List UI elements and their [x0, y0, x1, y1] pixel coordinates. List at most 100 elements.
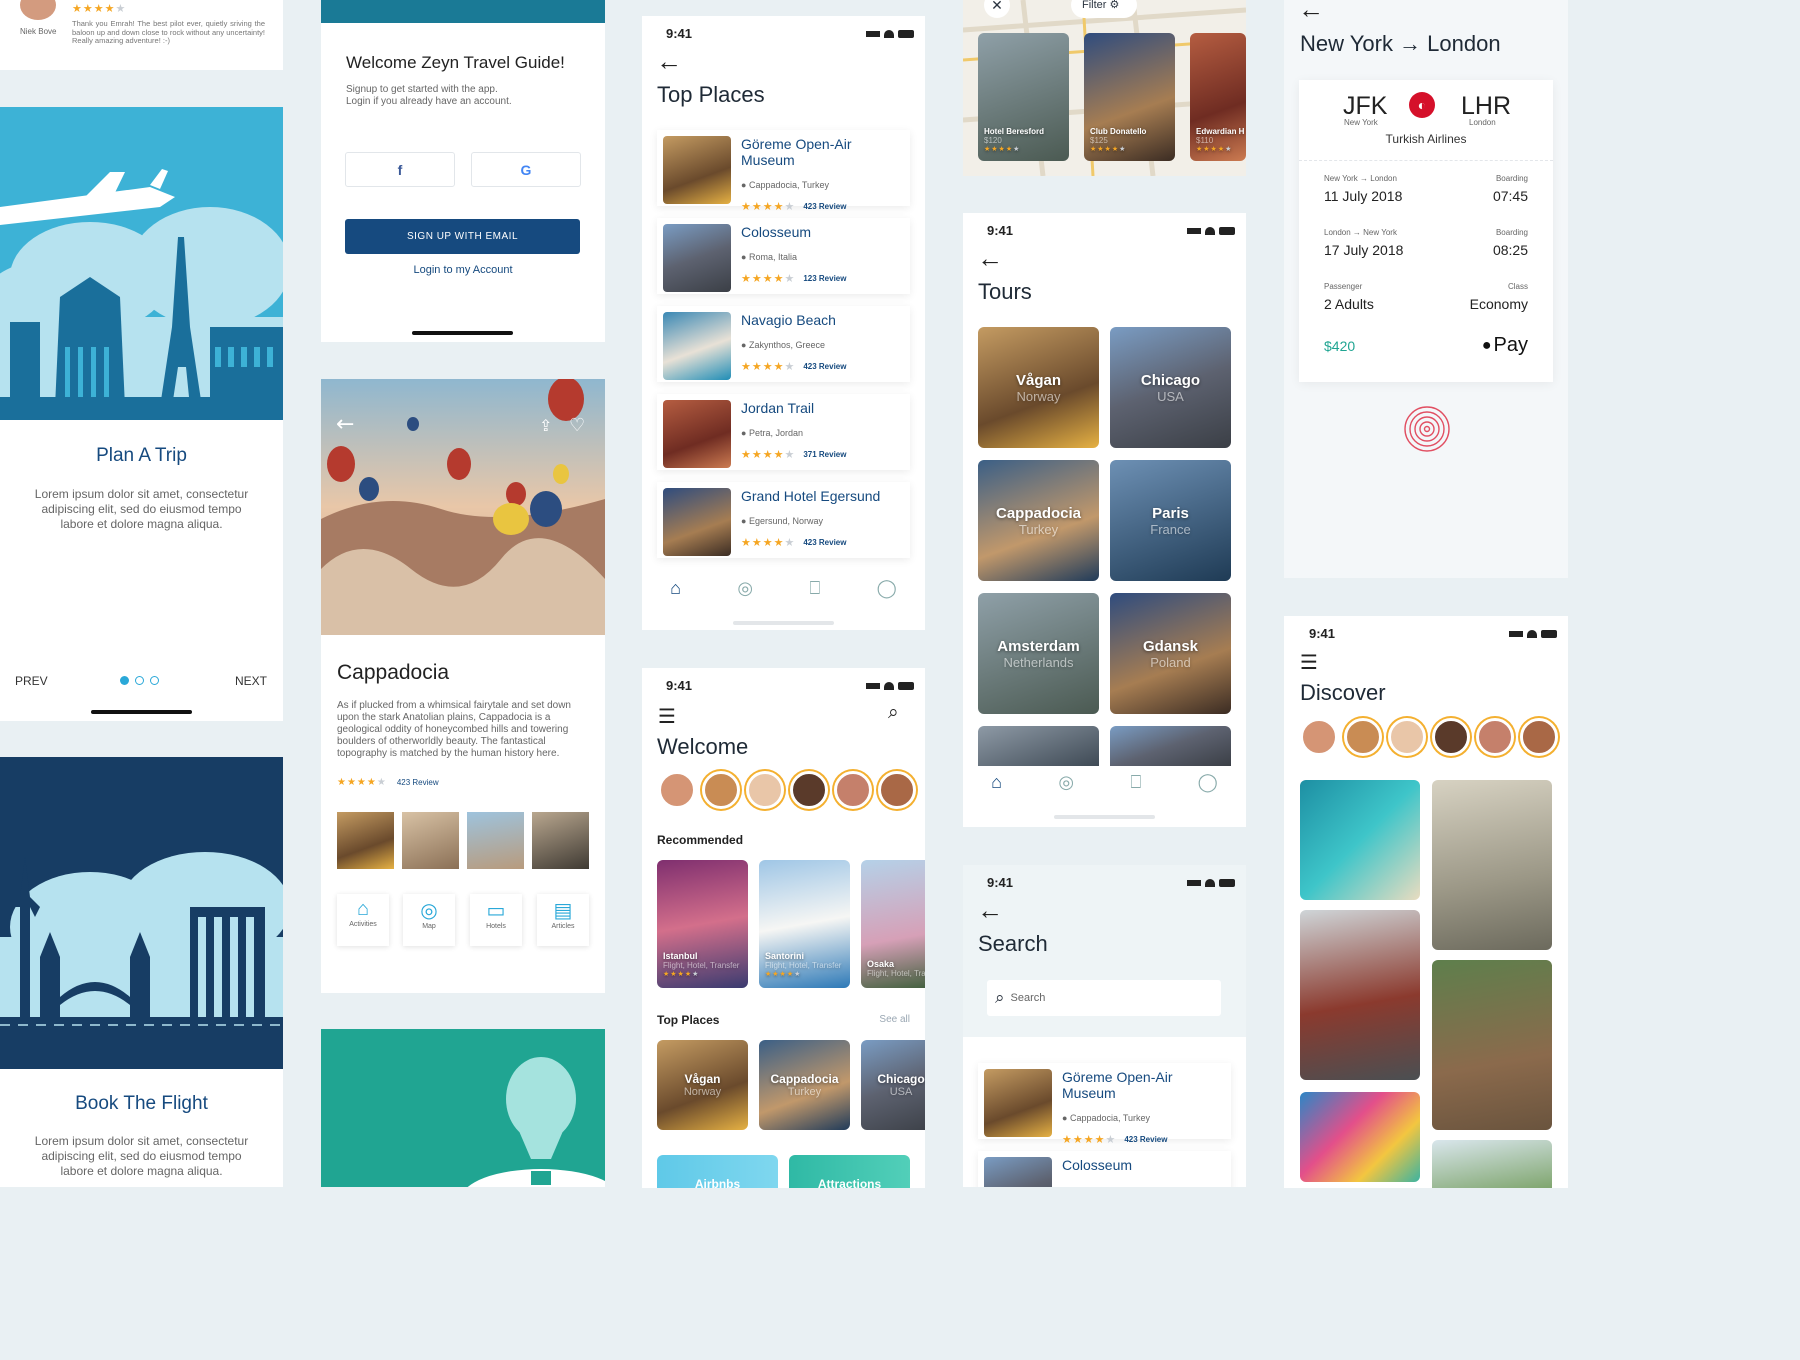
rating-stars: ★★★★★	[337, 777, 387, 788]
onboarding-title: Book The Flight	[75, 1093, 208, 1114]
category-hotels[interactable]: ▭ Hotels	[470, 894, 522, 946]
avatar[interactable]	[1520, 718, 1558, 756]
gallery-thumb[interactable]	[467, 812, 524, 869]
place-card[interactable]: Göreme Open-Air Museum ● Cappadocia, Tur…	[978, 1063, 1231, 1146]
ticket-card: JFK New York ◐ LHR London Turkish Airlin…	[1299, 80, 1553, 382]
photo-tile[interactable]	[1432, 1140, 1552, 1188]
back-arrow-icon[interactable]: ←	[977, 897, 1003, 923]
city-illustration	[0, 107, 283, 420]
recommended-card[interactable]: Santorini Flight, Hotel, Transfer ★★★★★	[759, 860, 850, 988]
attractions-chip[interactable]: Attractions	[789, 1155, 910, 1188]
hotel-card[interactable]: Club Donatello $125 ★★★★★	[1084, 33, 1175, 161]
avatar[interactable]	[878, 771, 916, 809]
place-card[interactable]: Vågan Norway	[657, 1040, 748, 1130]
page-dot-active[interactable]	[120, 676, 129, 685]
rating-stars: ★★★★★	[741, 361, 796, 373]
compass-icon[interactable]: ◎	[737, 578, 753, 599]
gallery-thumb[interactable]	[337, 812, 394, 869]
review-count[interactable]: 423 Review	[397, 778, 439, 787]
google-button[interactable]: G	[471, 152, 581, 187]
page-title: Search	[978, 931, 1048, 956]
avatar[interactable]	[746, 771, 784, 809]
filter-icon: ⚙	[1109, 0, 1120, 11]
back-arrow-icon[interactable]: ←	[656, 48, 682, 74]
place-card[interactable]: Jordan Trail ● Petra, Jordan ★★★★★ 371 Re…	[657, 394, 910, 470]
photo-tile[interactable]	[1300, 1092, 1420, 1182]
hotel-card[interactable]: Hotel Beresford $120 ★★★★★	[978, 33, 1069, 161]
tour-card[interactable]: Gdansk Poland	[1110, 593, 1231, 714]
avatar[interactable]	[1388, 718, 1426, 756]
avatar[interactable]	[1432, 718, 1470, 756]
search-input[interactable]: ⌕ Search	[987, 980, 1221, 1016]
photo-tile[interactable]	[1432, 780, 1552, 950]
avatar[interactable]	[1300, 718, 1338, 756]
category-activities[interactable]: ⌂ Activities	[337, 894, 389, 946]
place-card[interactable]: Colosseum	[978, 1151, 1231, 1187]
login-link[interactable]: Login to my Account	[321, 264, 605, 276]
place-card[interactable]: Grand Hotel Egersund ● Egersund, Norway …	[657, 482, 910, 558]
profile-icon[interactable]: ◯	[1198, 772, 1218, 793]
tour-card[interactable]: Vågan Norway	[978, 327, 1099, 448]
avatar[interactable]	[790, 771, 828, 809]
discover-screen: 9:41 ☰ Discover	[1284, 616, 1568, 1188]
tour-card[interactable]: Amsterdam Netherlands	[978, 593, 1099, 714]
home-icon[interactable]: ⌂	[991, 772, 1002, 793]
profile-icon[interactable]: ◯	[877, 578, 897, 599]
tour-card[interactable]: Cappadocia Turkey	[978, 460, 1099, 581]
avatar[interactable]	[658, 771, 696, 809]
compass-icon[interactable]: ◎	[1058, 772, 1074, 793]
category-articles[interactable]: ▤ Articles	[537, 894, 589, 946]
see-all-link[interactable]: See all	[879, 1014, 910, 1025]
pin-icon: ●	[1062, 1113, 1068, 1123]
photo-tile[interactable]	[1300, 780, 1420, 900]
signup-screen: Welcome Zeyn Travel Guide! Signup to get…	[321, 0, 605, 342]
hotel-card[interactable]: Edwardian H $110 ★★★★★	[1190, 33, 1246, 161]
menu-icon[interactable]: ☰	[1300, 650, 1318, 675]
rating-stars: ★★★★★	[1090, 146, 1127, 153]
page-title: New York → London	[1300, 31, 1501, 56]
place-card[interactable]: Cappadocia Turkey	[759, 1040, 850, 1130]
apple-pay-button[interactable]: ● Pay	[1482, 334, 1528, 357]
avatar[interactable]	[1344, 718, 1382, 756]
home-icon[interactable]: ⌂	[670, 578, 681, 599]
menu-icon[interactable]: ☰	[658, 704, 676, 729]
tour-card[interactable]	[1110, 726, 1231, 766]
photo-tile[interactable]	[1300, 910, 1420, 1080]
back-arrow-icon[interactable]: ←	[1298, 0, 1324, 22]
category-map[interactable]: ◎ Map	[403, 894, 455, 946]
avatar[interactable]	[1476, 718, 1514, 756]
destination-city: London	[1469, 118, 1496, 127]
gallery-thumb[interactable]	[402, 812, 459, 869]
avatar[interactable]	[702, 771, 740, 809]
tour-card[interactable]: Chicago USA	[1110, 327, 1231, 448]
search-icon[interactable]: ⌕	[888, 702, 899, 724]
page-dot[interactable]	[135, 676, 144, 685]
page-dot[interactable]	[150, 676, 159, 685]
bookmark-icon[interactable]: ⎕	[1130, 772, 1141, 793]
back-arrow-icon[interactable]: ←	[977, 245, 1003, 271]
gallery-thumb[interactable]	[532, 812, 589, 869]
prev-button[interactable]: PREV	[15, 674, 48, 688]
email-signup-button[interactable]: SIGN UP WITH EMAIL	[345, 219, 580, 254]
facebook-button[interactable]: f	[345, 152, 455, 187]
tour-card[interactable]	[978, 726, 1099, 766]
avatar[interactable]	[834, 771, 872, 809]
tour-card[interactable]: Paris France	[1110, 460, 1231, 581]
onboarding-title: Plan A Trip	[96, 445, 187, 466]
recommended-card[interactable]: Osaka Flight, Hotel, Tra	[861, 860, 925, 988]
filter-button[interactable]: Filter ⚙	[1071, 0, 1137, 18]
place-card[interactable]: Göreme Open-Air Museum ● Cappadocia, Tur…	[657, 130, 910, 213]
photo-tile[interactable]	[1432, 960, 1552, 1130]
back-arrow-icon: ←	[336, 412, 354, 437]
bottom-nav: ⌂ ◎ ⎕ ◯	[642, 576, 925, 600]
bookmark-icon[interactable]: ⎕	[809, 578, 820, 599]
place-card[interactable]: Chicago USA	[861, 1040, 925, 1130]
fingerprint-icon[interactable]	[1402, 404, 1452, 454]
recommended-card[interactable]: Istanbul Flight, Hotel, Transfer ★★★★★	[657, 860, 748, 988]
next-button[interactable]: NEXT	[235, 674, 267, 688]
place-card[interactable]: Colosseum ● Roma, Italia ★★★★★ 123 Review	[657, 218, 910, 294]
airbnbs-chip[interactable]: Airbnbs	[657, 1155, 778, 1188]
onboarding-book-flight: Book The Flight Lorem ipsum dolor sit am…	[0, 757, 283, 1187]
place-card[interactable]: Navagio Beach ● Zakynthos, Greece ★★★★★ 4…	[657, 306, 910, 382]
place-description: As if plucked from a whimsical fairytale…	[337, 700, 571, 759]
